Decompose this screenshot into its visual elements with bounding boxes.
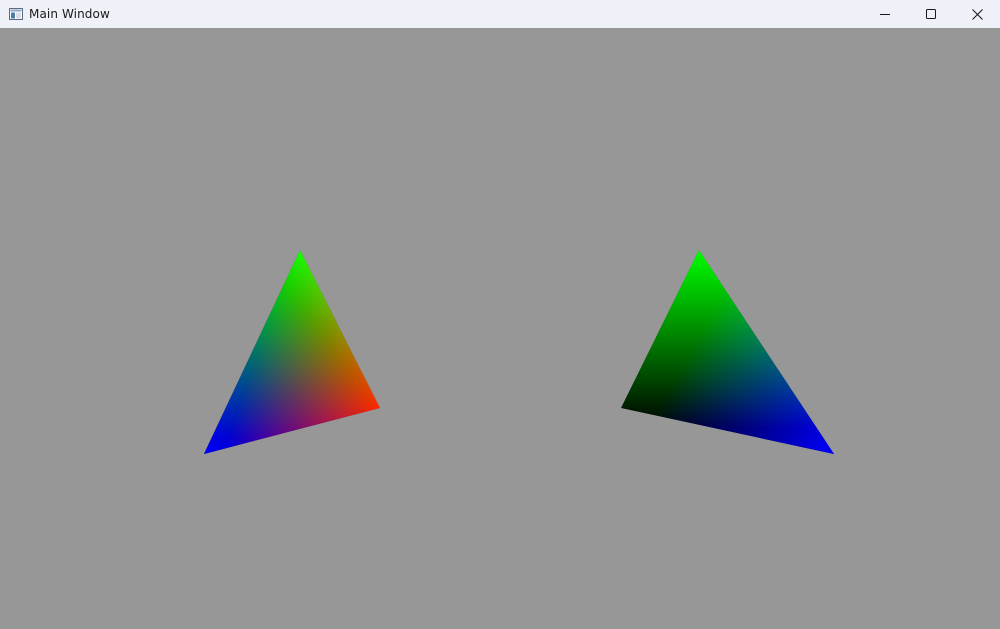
window-title: Main Window <box>29 7 110 21</box>
maximize-button[interactable] <box>908 0 954 28</box>
scene-canvas <box>204 250 834 454</box>
right-triangle <box>621 250 834 454</box>
minimize-button[interactable] <box>862 0 908 28</box>
app-window-icon <box>8 6 24 22</box>
title-bar[interactable]: Main Window <box>0 0 1000 28</box>
left-triangle <box>204 250 380 454</box>
maximize-icon <box>926 9 936 19</box>
minimize-icon <box>880 9 890 19</box>
render-viewport[interactable] <box>0 28 1000 629</box>
close-button[interactable] <box>954 0 1000 28</box>
caption-buttons <box>862 0 1000 28</box>
close-icon <box>971 8 983 20</box>
main-window: Main Window <box>0 0 1000 629</box>
